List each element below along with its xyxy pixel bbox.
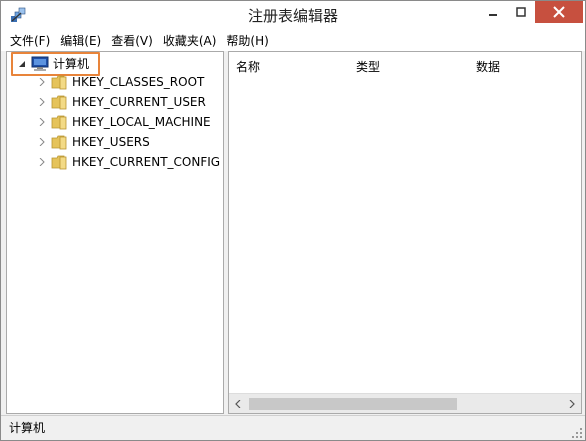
chevron-left-icon <box>235 400 241 408</box>
scroll-thumb[interactable] <box>249 398 457 410</box>
tree-item-hkey-users[interactable]: HKEY_USERS <box>7 132 217 152</box>
chevron-right-icon <box>39 158 45 166</box>
column-header-name[interactable]: 名称 <box>236 58 260 75</box>
expand-arrow-icon[interactable] <box>37 117 47 127</box>
minimize-button[interactable] <box>479 1 507 23</box>
registry-tree-pane[interactable]: 计算机 HKEY_CLASSES_ROOT HKEY_CURRENT_USER <box>6 51 224 414</box>
tree-item-hkey-current-user[interactable]: HKEY_CURRENT_USER <box>7 92 217 112</box>
menu-edit[interactable]: 编辑(E) <box>55 31 106 51</box>
horizontal-scrollbar[interactable] <box>229 393 581 413</box>
tree-root-label: 计算机 <box>53 57 90 71</box>
values-list-pane[interactable]: 名称 类型 数据 <box>228 51 582 414</box>
folder-icon <box>51 115 67 130</box>
expand-arrow-icon[interactable] <box>37 157 47 167</box>
menu-view[interactable]: 查看(V) <box>106 31 158 51</box>
minimize-icon <box>489 14 497 16</box>
maximize-icon <box>516 7 526 17</box>
folder-icon <box>51 155 67 170</box>
computer-icon <box>31 56 49 71</box>
maximize-button[interactable] <box>507 1 535 23</box>
chevron-right-icon <box>39 78 45 86</box>
tree-item-label: HKEY_CURRENT_USER <box>72 95 206 109</box>
menu-favorites[interactable]: 收藏夹(A) <box>158 31 222 51</box>
expanded-triangle-icon <box>19 61 25 67</box>
menu-bar: 文件(F) 编辑(E) 查看(V) 收藏夹(A) 帮助(H) <box>1 31 585 51</box>
title-bar[interactable]: 注册表编辑器 <box>1 1 585 31</box>
expand-arrow-icon[interactable] <box>37 97 47 107</box>
chevron-right-icon <box>39 138 45 146</box>
tree-item-label: HKEY_CURRENT_CONFIG <box>72 155 221 169</box>
tree-root-computer[interactable]: 计算机 <box>7 54 217 74</box>
tree-item-hkey-local-machine[interactable]: HKEY_LOCAL_MACHINE <box>7 112 217 132</box>
scroll-right-button[interactable] <box>563 394 581 413</box>
close-button[interactable] <box>535 1 583 23</box>
expand-arrow-icon[interactable] <box>37 137 47 147</box>
menu-help[interactable]: 帮助(H) <box>221 31 273 51</box>
resize-grip-icon[interactable] <box>571 427 583 439</box>
tree-item-label: HKEY_CLASSES_ROOT <box>72 75 205 89</box>
folder-icon <box>51 95 67 110</box>
status-path: 计算机 <box>9 421 46 435</box>
expand-arrow-icon[interactable] <box>37 77 47 87</box>
tree-item-hkey-current-config[interactable]: HKEY_CURRENT_CONFIG <box>7 152 221 172</box>
tree-item-label: HKEY_USERS <box>72 135 150 149</box>
scroll-left-button[interactable] <box>229 394 247 413</box>
tree-item-label: HKEY_LOCAL_MACHINE <box>72 115 211 129</box>
column-header-data[interactable]: 数据 <box>476 58 500 75</box>
registry-editor-window: 注册表编辑器 文件(F) 编辑(E) 查看(V) 收藏夹(A) 帮助(H) 计算… <box>0 0 586 441</box>
tree-item-hkey-classes-root[interactable]: HKEY_CLASSES_ROOT <box>7 72 217 92</box>
collapse-arrow-icon[interactable] <box>17 59 27 69</box>
close-icon <box>553 6 565 18</box>
folder-icon <box>51 75 67 90</box>
column-header-type[interactable]: 类型 <box>356 58 380 75</box>
folder-icon <box>51 135 67 150</box>
menu-file[interactable]: 文件(F) <box>5 31 55 51</box>
chevron-right-icon <box>569 400 575 408</box>
chevron-right-icon <box>39 118 45 126</box>
status-bar: 计算机 <box>1 415 585 440</box>
chevron-right-icon <box>39 98 45 106</box>
